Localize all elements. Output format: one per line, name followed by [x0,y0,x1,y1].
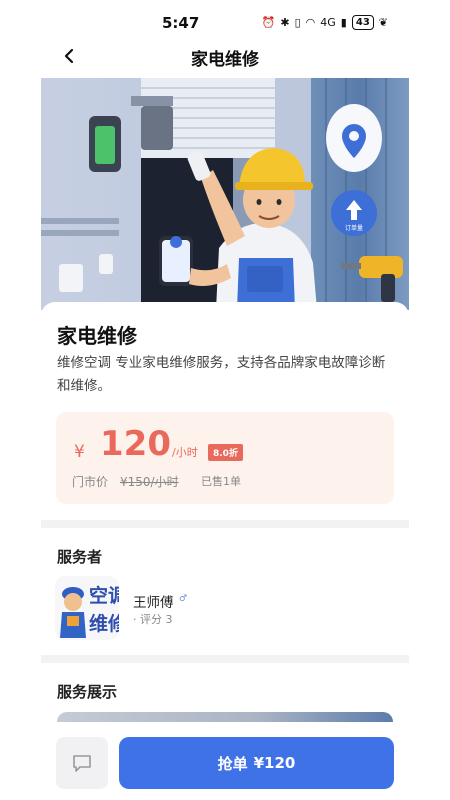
price-currency: ¥ [74,442,85,462]
grab-order-button[interactable]: 抢单 ¥120 [119,737,394,789]
price-unit: /小时 [172,446,198,459]
battery-icon: 43 [351,15,374,30]
avatar-text-2: 维修 [89,612,119,635]
nav-bar: 家电维修 [0,40,450,74]
market-price: ¥150/小时 [120,475,179,489]
hero-badge-text: 订单量 [345,224,363,232]
wifi-icon: ◠ [305,16,316,29]
status-icons: ⏰ ✱ ▯ ◠ 4G ▮ 43 ❦ [262,15,388,30]
hero-image: 订单量 [41,78,409,310]
market-price-label: 门市价 [72,475,109,489]
service-card: 家电维修 维修空调 专业家电维修服务，支持各品牌家电故障诊断和维修。 ¥ 120… [41,302,409,520]
order-button-label: 抢单 [217,754,248,773]
leaf-icon: ❦ [378,16,388,29]
status-bar: 5:47 ⏰ ✱ ▯ ◠ 4G ▮ 43 ❦ [0,0,450,44]
bluetooth-icon: ✱ [280,16,290,29]
avatar-text-1: 空调 [89,584,119,607]
order-button-price: ¥120 [253,754,296,772]
chat-button[interactable] [56,737,108,789]
male-icon: ♂ [179,594,188,604]
discount-badge: 8.0折 [208,444,243,461]
avatar[interactable]: 空调 维修 [55,576,119,640]
sold-count: 已售1单 [201,475,241,488]
section-divider [41,520,409,528]
provider-rating: · 评分 3 [133,613,173,626]
section-divider [41,655,409,663]
page-title: 家电维修 [191,50,259,70]
status-time: 5:47 [162,14,200,32]
showcase-section-title: 服务展示 [57,683,118,701]
provider-name: 王师傅 [133,595,174,611]
service-name: 家电维修 [57,324,137,348]
signal-icon: ▮ [340,16,347,29]
service-description: 维修空调 专业家电维修服务，支持各品牌家电故障诊断和维修。 [57,355,386,394]
chat-icon [73,755,91,772]
provider-section-title: 服务者 [57,548,103,566]
price-box: ¥ 120 /小时 8.0折 门市价 ¥150/小时 已售1单 [56,412,394,504]
network-label: 4G [320,16,336,29]
bottom-bar: 抢单 ¥120 [41,722,409,800]
alarm-icon: ⏰ [261,16,276,29]
price-amount: 120 [100,424,171,464]
vibrate-icon: ▯ [294,16,301,29]
